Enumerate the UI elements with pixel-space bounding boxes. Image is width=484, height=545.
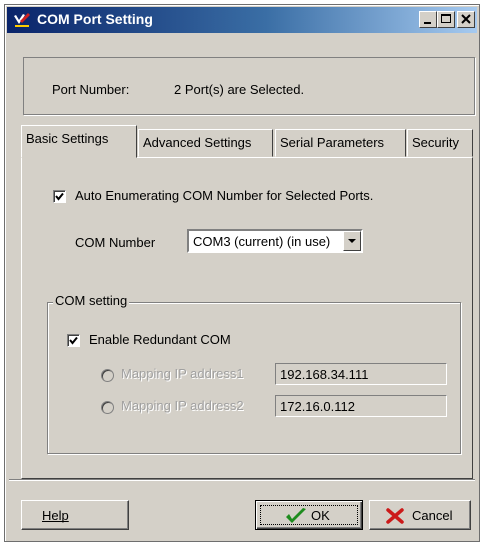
- auto-enumerating-checkbox[interactable]: [53, 190, 66, 203]
- help-label: Help: [42, 508, 69, 523]
- mapping-ip2-radio[interactable]: [101, 401, 114, 414]
- port-number-value: 2 Port(s) are Selected.: [174, 82, 305, 97]
- checkmark-ok-icon: [286, 508, 306, 523]
- minimize-icon: [424, 22, 431, 24]
- enable-redundant-com-checkbox[interactable]: [67, 334, 80, 347]
- checkmark-icon: [55, 192, 64, 201]
- tab-label: Security: [412, 135, 459, 150]
- close-button[interactable]: [457, 11, 475, 28]
- close-icon: [461, 14, 471, 24]
- maximize-button[interactable]: [437, 11, 455, 28]
- ok-button[interactable]: OK: [255, 500, 363, 530]
- mapping-ip2-label: Mapping IP address2: [121, 398, 244, 413]
- window-title: COM Port Setting: [37, 11, 153, 27]
- com-number-label: COM Number: [75, 235, 156, 250]
- cancel-button[interactable]: Cancel: [369, 500, 471, 530]
- focus-rect: [260, 505, 358, 525]
- cancel-label: Cancel: [412, 508, 453, 523]
- minimize-button[interactable]: [419, 11, 437, 28]
- help-button[interactable]: Help: [21, 500, 129, 530]
- title-bar[interactable]: COM Port Setting: [7, 7, 477, 33]
- com-setting-group-label: COM setting: [53, 293, 130, 308]
- com-number-select[interactable]: COM3 (current) (in use): [187, 229, 363, 253]
- ok-label: OK: [311, 508, 330, 523]
- tab-advanced-settings[interactable]: Advanced Settings: [138, 129, 273, 157]
- app-icon: [14, 13, 30, 27]
- mapping-ip2-value: 172.16.0.112: [280, 399, 355, 414]
- mapping-ip1-value: 192.168.34.111: [280, 367, 369, 382]
- tab-security[interactable]: Security: [407, 129, 473, 157]
- mapping-ip1-field[interactable]: 192.168.34.111: [275, 363, 447, 385]
- maximize-icon: [441, 14, 451, 23]
- port-number-label: Port Number:: [52, 82, 130, 97]
- cancel-x-icon: [386, 508, 404, 524]
- separator: [9, 479, 475, 481]
- enable-redundant-com-label: Enable Redundant COM: [89, 332, 231, 347]
- tab-label: Serial Parameters: [280, 135, 385, 150]
- com-number-value: COM3 (current) (in use): [193, 234, 331, 249]
- tab-label: Advanced Settings: [143, 135, 252, 150]
- tab-serial-parameters[interactable]: Serial Parameters: [275, 129, 406, 157]
- dropdown-button[interactable]: [343, 231, 361, 251]
- tab-basic-settings[interactable]: Basic Settings: [21, 125, 137, 158]
- port-number-box: Port Number: 2 Port(s) are Selected.: [23, 57, 475, 115]
- mapping-ip1-label: Mapping IP address1: [121, 366, 244, 381]
- com-port-setting-dialog: COM Port Setting Port Number: 2 Port(s) …: [4, 4, 480, 542]
- chevron-down-icon: [348, 239, 356, 243]
- mapping-ip1-radio[interactable]: [101, 369, 114, 382]
- checkmark-icon: [69, 336, 78, 345]
- auto-enumerating-label: Auto Enumerating COM Number for Selected…: [75, 188, 374, 203]
- mapping-ip2-field[interactable]: 172.16.0.112: [275, 395, 447, 417]
- tab-label: Basic Settings: [26, 131, 109, 146]
